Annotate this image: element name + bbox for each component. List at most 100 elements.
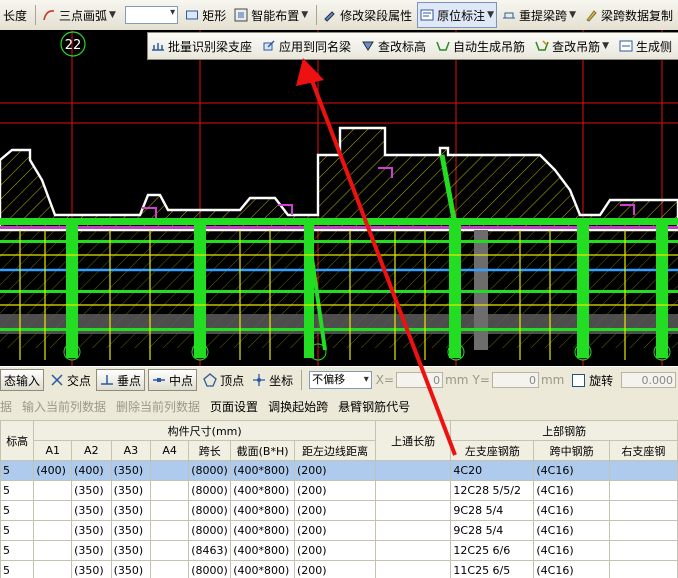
coordinate-snap-button[interactable]: 坐标: [249, 368, 296, 392]
table-cell[interactable]: 5: [0, 460, 35, 481]
table-cell[interactable]: 4C20: [450, 460, 535, 481]
column-header[interactable]: 跨中钢筋: [533, 440, 610, 461]
re-extract-span-button[interactable]: 重提梁跨 ▼: [499, 3, 579, 27]
modify-span-button[interactable]: 修改梁段属性: [320, 3, 415, 27]
table-row[interactable]: 5 (350) (350) (8000) (400*800) (200) 12C28 5/5…: [0, 480, 678, 501]
table-cell[interactable]: [374, 540, 452, 561]
auto-hanger-button[interactable]: 自动生成吊筋: [433, 34, 528, 58]
table-cell[interactable]: [374, 560, 452, 578]
y-coordinate-input[interactable]: 0: [491, 372, 539, 388]
input-column-data-button[interactable]: 输入当前列数据: [22, 398, 106, 415]
table-cell[interactable]: [33, 520, 73, 541]
table-cell[interactable]: (4C16): [533, 540, 610, 561]
smart-layout-button[interactable]: 智能布置 ▼: [231, 3, 311, 27]
table-cell[interactable]: [608, 500, 678, 521]
in-place-annotation-button[interactable]: 原位标注 ▼: [417, 2, 498, 28]
table-cell[interactable]: (400*800): [230, 480, 295, 501]
chevron-down-icon[interactable]: ▼: [487, 10, 494, 20]
table-cell[interactable]: [608, 520, 678, 541]
chevron-down-icon[interactable]: ▼: [602, 41, 609, 51]
table-cell[interactable]: [33, 500, 73, 521]
table-cell[interactable]: (350): [110, 540, 152, 561]
table-cell[interactable]: [33, 480, 73, 501]
table-cell[interactable]: [150, 540, 190, 561]
column-header[interactable]: A2: [71, 440, 112, 461]
column-header[interactable]: A3: [110, 440, 152, 461]
table-cell[interactable]: (8000): [188, 500, 232, 521]
table-row[interactable]: 5 (400) (400) (350) (8000) (400*800) (200) 4C20…: [0, 460, 678, 481]
table-cell[interactable]: (350): [110, 460, 152, 481]
apply-same-name-beam-button[interactable]: 应用到同名梁: [259, 34, 354, 58]
offset-select[interactable]: 不偏移: [309, 371, 372, 389]
column-header[interactable]: A1: [33, 440, 73, 461]
shape-combo[interactable]: [124, 6, 179, 24]
table-cell[interactable]: [150, 520, 190, 541]
table-cell[interactable]: 12C28 5/5/2: [450, 480, 535, 501]
chevron-down-icon[interactable]: ▼: [109, 10, 116, 20]
table-cell[interactable]: (8000): [188, 520, 232, 541]
swap-start-span-button[interactable]: 调换起始跨: [268, 398, 328, 415]
column-header[interactable]: 跨长: [188, 440, 232, 461]
vertex-snap-button[interactable]: 顶点: [200, 368, 247, 392]
x-coordinate-input[interactable]: 0: [396, 372, 444, 388]
rect-tool-button[interactable]: 矩形: [182, 3, 229, 27]
column-header[interactable]: 标高: [0, 420, 35, 461]
edit-elevation-button[interactable]: 查改标高: [358, 34, 429, 58]
table-cell[interactable]: [608, 460, 678, 481]
table-cell[interactable]: [150, 500, 190, 521]
table-cell[interactable]: (8000): [188, 460, 232, 481]
menu-item-data[interactable]: 据: [0, 398, 12, 415]
table-cell[interactable]: (350): [110, 500, 152, 521]
arc-tool-button[interactable]: 三点画弧 ▼: [39, 3, 119, 27]
table-cell[interactable]: (350): [110, 560, 152, 578]
table-cell[interactable]: (8000): [188, 480, 232, 501]
table-cell[interactable]: [33, 540, 73, 561]
edit-hanger-button[interactable]: 查改吊筋 ▼: [532, 34, 612, 58]
table-cell[interactable]: [608, 560, 678, 578]
table-cell[interactable]: (200): [293, 480, 376, 501]
table-cell[interactable]: (200): [293, 500, 376, 521]
column-header[interactable]: 左支座钢筋: [450, 440, 535, 461]
table-cell[interactable]: (4C16): [533, 500, 610, 521]
table-cell[interactable]: (200): [293, 560, 376, 578]
table-cell[interactable]: [150, 480, 190, 501]
table-cell[interactable]: [608, 480, 678, 501]
table-cell[interactable]: (200): [293, 520, 376, 541]
table-cell[interactable]: (400*800): [230, 540, 295, 561]
chevron-down-icon[interactable]: ▼: [301, 10, 308, 20]
table-cell[interactable]: [374, 460, 452, 481]
delete-column-data-button[interactable]: 删除当前列数据: [116, 398, 200, 415]
table-cell[interactable]: 5: [0, 540, 35, 561]
table-cell[interactable]: [33, 560, 73, 578]
column-header[interactable]: 截面(B*H): [230, 440, 295, 461]
table-cell[interactable]: (8463): [188, 540, 232, 561]
table-cell[interactable]: (200): [293, 540, 376, 561]
table-cell[interactable]: (350): [71, 520, 112, 541]
table-cell[interactable]: 5: [0, 560, 35, 578]
table-row[interactable]: 5 (350) (350) (8000) (400*800) (200) 9C28 5/4(…: [0, 500, 678, 521]
drawing-canvas[interactable]: 22: [0, 30, 678, 366]
table-cell[interactable]: (4C16): [533, 520, 610, 541]
table-cell[interactable]: (400*800): [230, 500, 295, 521]
table-cell[interactable]: 5: [0, 520, 35, 541]
rotate-checkbox[interactable]: [572, 373, 586, 387]
length-tool[interactable]: 长度: [0, 3, 30, 27]
table-cell[interactable]: (350): [110, 520, 152, 541]
intersection-snap-button[interactable]: 交点: [47, 368, 94, 392]
table-cell[interactable]: [150, 460, 190, 481]
table-cell[interactable]: (400): [33, 460, 73, 481]
midpoint-snap-button[interactable]: 中点: [148, 369, 198, 391]
table-cell[interactable]: (400*800): [230, 520, 295, 541]
table-cell[interactable]: 11C25 6/5: [450, 560, 535, 578]
table-cell[interactable]: (400*800): [230, 560, 295, 578]
table-cell[interactable]: 9C28 5/4: [450, 520, 535, 541]
generate-side-button[interactable]: 生成侧: [616, 34, 675, 58]
table-row[interactable]: 5 (350) (350) (8000) (400*800) (200) 11C25 6/5…: [0, 560, 678, 578]
page-setup-button[interactable]: 页面设置: [210, 398, 258, 415]
column-header[interactable]: 右支座钢: [608, 440, 678, 461]
table-cell[interactable]: [374, 500, 452, 521]
table-cell[interactable]: (350): [71, 500, 112, 521]
table-cell[interactable]: 9C28 5/4: [450, 500, 535, 521]
table-cell[interactable]: [374, 480, 452, 501]
table-cell[interactable]: 5: [0, 480, 35, 501]
